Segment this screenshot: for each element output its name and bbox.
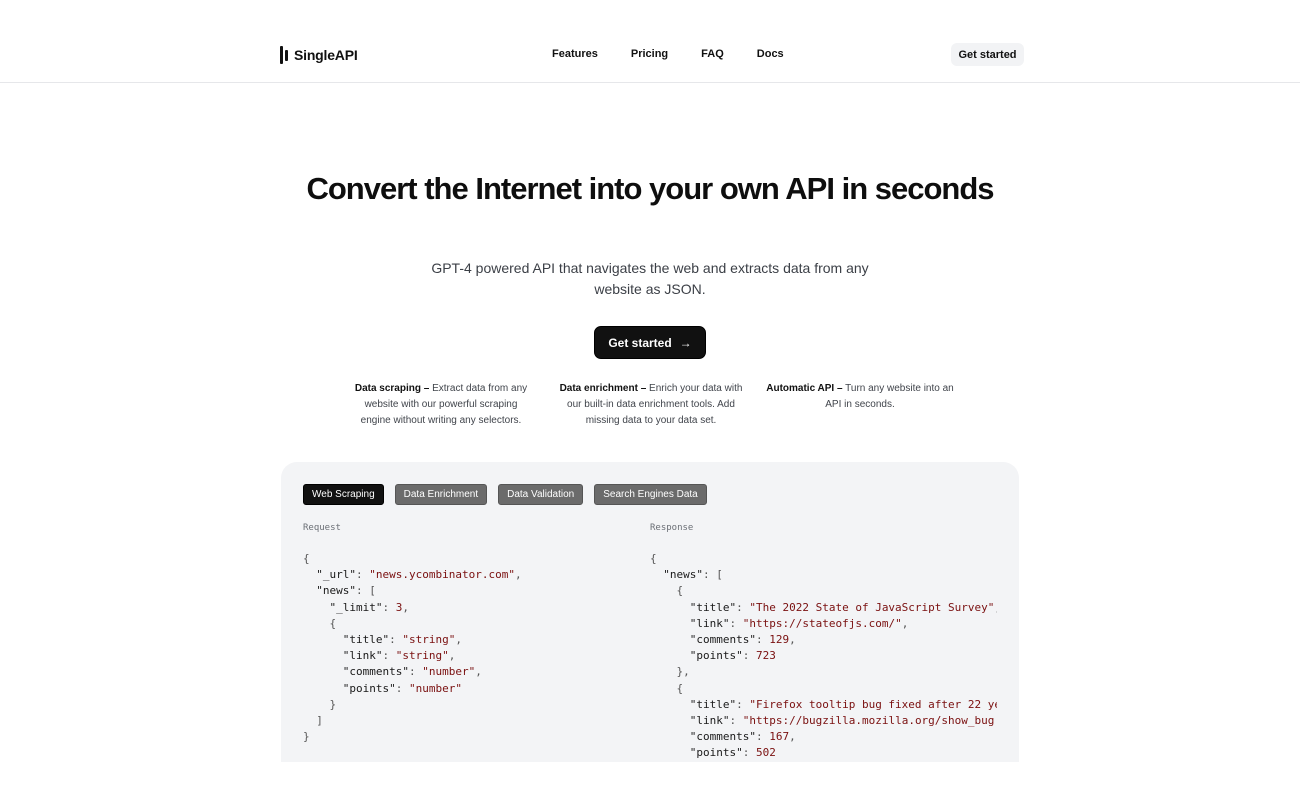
response-item-2-points: 502 (755, 746, 776, 760)
tab-search-engines-data[interactable]: Search Engines Data (594, 484, 707, 505)
demo-tabs: Web Scraping Data Enrichment Data Valida… (303, 484, 718, 505)
nav-link-features[interactable]: Features (552, 48, 598, 60)
response-code: { "news": [ { "title": "The 2022 State o… (650, 551, 997, 762)
demo-panel: Web Scraping Data Enrichment Data Valida… (281, 462, 1019, 762)
tab-data-enrichment[interactable]: Data Enrichment (394, 484, 488, 505)
feature-title: Automatic API – (766, 383, 843, 394)
request-title-type: string (408, 633, 449, 647)
request-points-type: number (415, 681, 456, 695)
hero-title: Convert the Internet into your own API i… (306, 171, 994, 206)
request-url-value: news.ycombinator.com (375, 568, 509, 582)
request-code: { "_url": "news.ycombinator.com", "news"… (303, 552, 522, 744)
main-nav: Features Pricing FAQ Docs (552, 48, 784, 60)
response-item-2-comments: 167 (769, 730, 790, 744)
feature-title: Data enrichment – (559, 383, 647, 394)
nav-link-faq[interactable]: FAQ (701, 48, 724, 60)
nav-link-docs[interactable]: Docs (757, 48, 784, 60)
response-item-1-comments: 129 (769, 633, 790, 647)
hero-subtitle: GPT-4 powered API that navigates the web… (431, 260, 869, 297)
logo-text: SingleAPI (294, 47, 358, 63)
feature-title: Data scraping – (354, 383, 430, 394)
response-item-1-title: The 2022 State of JavaScript Survey (755, 600, 988, 614)
request-comments-type: number (428, 665, 469, 679)
feature-automatic-api: Automatic API – Turn any website into an… (764, 381, 956, 413)
request-link-type: string (402, 649, 443, 663)
logo-icon (280, 46, 288, 64)
tab-web-scraping[interactable]: Web Scraping (303, 484, 384, 505)
logo[interactable]: SingleAPI (280, 45, 358, 65)
feature-data-enrichment: Data enrichment – Enrich your data with … (556, 381, 746, 429)
tab-data-validation[interactable]: Data Validation (498, 484, 584, 505)
hero-get-started-button[interactable]: Get started → (594, 326, 706, 359)
hero-cta-label: Get started (608, 335, 672, 350)
nav-link-pricing[interactable]: Pricing (631, 48, 668, 60)
response-label: Response (650, 523, 694, 533)
header-get-started-button[interactable]: Get started (951, 43, 1024, 66)
response-item-2-link: https://bugzilla.mozilla.org/show_bug.cg… (749, 714, 997, 728)
feature-data-scraping: Data scraping – Extract data from any we… (352, 381, 530, 429)
site-header: SingleAPI Features Pricing FAQ Docs Get … (0, 0, 1300, 83)
request-label: Request (303, 523, 341, 533)
response-item-2-title: Firefox tooltip bug fixed after 22 years (755, 697, 997, 711)
arrow-right-icon: → (679, 335, 692, 350)
response-item-1-points: 723 (755, 649, 776, 663)
feature-text: Turn any website into an API in seconds. (825, 383, 954, 410)
response-item-1-link: https://stateofjs.com/ (749, 616, 896, 630)
